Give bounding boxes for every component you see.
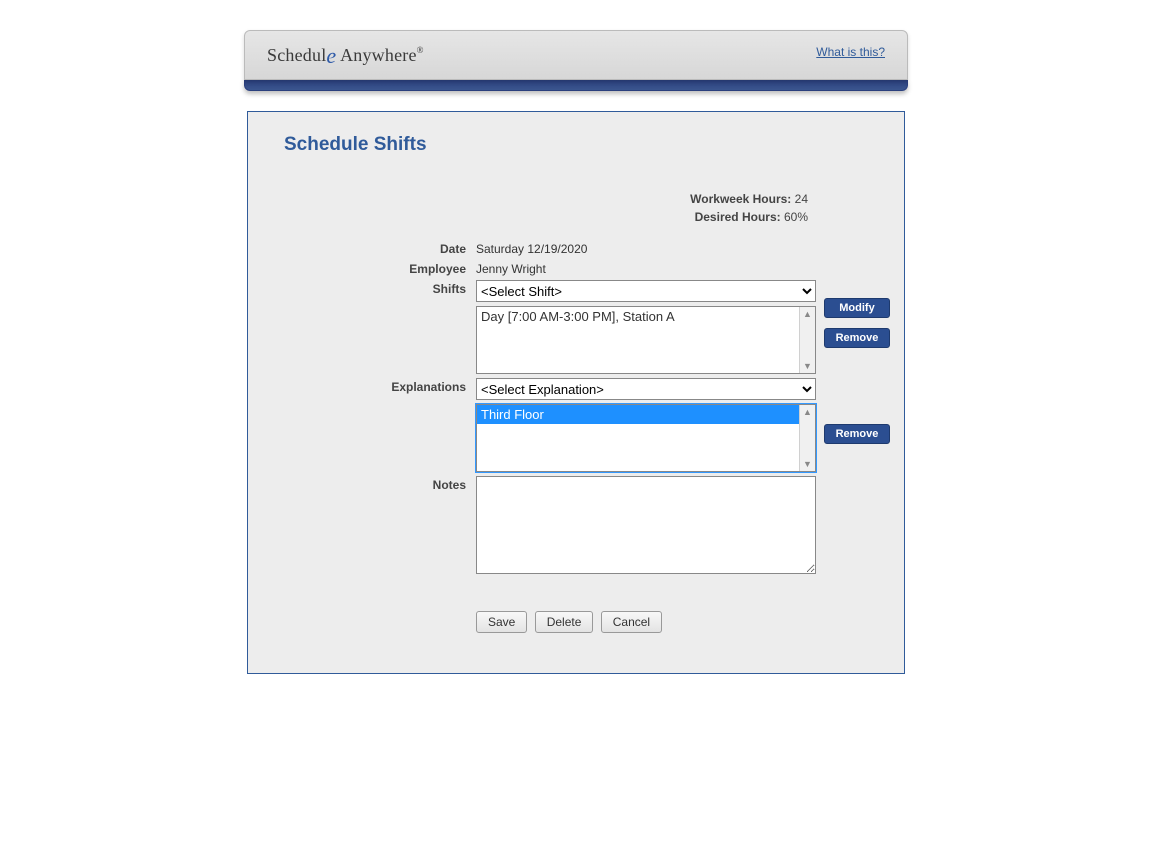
brand-logo: Schedule Anywhere® bbox=[267, 43, 424, 69]
desired-hours-value: 60% bbox=[784, 210, 808, 224]
brand-registered: ® bbox=[417, 45, 424, 55]
date-label: Date bbox=[248, 240, 468, 256]
date-value: Saturday 12/19/2020 bbox=[476, 240, 816, 256]
explanation-select[interactable]: <Select Explanation> bbox=[476, 378, 816, 400]
employee-value: Jenny Wright bbox=[476, 260, 816, 276]
remove-explanation-button[interactable]: Remove bbox=[824, 424, 890, 444]
main-panel: Schedule Shifts Workweek Hours: 24 Desir… bbox=[247, 111, 905, 674]
explanations-listbox[interactable]: Third Floor ▲ ▼ bbox=[476, 404, 816, 472]
save-button[interactable]: Save bbox=[476, 611, 527, 633]
brand-text-prefix: Schedul bbox=[267, 45, 326, 65]
workweek-hours-value: 24 bbox=[795, 192, 808, 206]
notes-textarea[interactable] bbox=[476, 476, 816, 574]
scroll-up-icon[interactable]: ▲ bbox=[803, 405, 812, 419]
scroll-up-icon[interactable]: ▲ bbox=[803, 307, 812, 321]
shift-select[interactable]: <Select Shift> bbox=[476, 280, 816, 302]
desired-hours-label: Desired Hours: bbox=[695, 210, 781, 224]
what-is-this-link[interactable]: What is this? bbox=[816, 45, 885, 59]
brand-text-e: e bbox=[326, 43, 336, 68]
shift-list-item[interactable]: Day [7:00 AM-3:00 PM], Station A bbox=[477, 307, 815, 326]
delete-button[interactable]: Delete bbox=[535, 611, 594, 633]
brand-text-rest: Anywhere bbox=[336, 45, 416, 65]
scrollbar[interactable]: ▲ ▼ bbox=[799, 405, 815, 471]
hours-block: Workweek Hours: 24 Desired Hours: 60% bbox=[248, 190, 904, 226]
employee-label: Employee bbox=[248, 260, 468, 276]
shifts-listbox[interactable]: Day [7:00 AM-3:00 PM], Station A ▲ ▼ bbox=[476, 306, 816, 374]
header-strip bbox=[244, 80, 908, 91]
explanations-label: Explanations bbox=[248, 378, 468, 394]
workweek-hours-label: Workweek Hours: bbox=[690, 192, 791, 206]
scrollbar[interactable]: ▲ ▼ bbox=[799, 307, 815, 373]
scroll-down-icon[interactable]: ▼ bbox=[803, 457, 812, 471]
explanation-list-item[interactable]: Third Floor bbox=[477, 405, 815, 424]
header-bar: Schedule Anywhere® What is this? bbox=[244, 30, 908, 80]
scroll-down-icon[interactable]: ▼ bbox=[803, 359, 812, 373]
notes-label: Notes bbox=[248, 476, 468, 492]
modify-button[interactable]: Modify bbox=[824, 298, 890, 318]
shifts-label: Shifts bbox=[248, 280, 468, 296]
page-title: Schedule Shifts bbox=[284, 134, 904, 156]
cancel-button[interactable]: Cancel bbox=[601, 611, 662, 633]
remove-shift-button[interactable]: Remove bbox=[824, 328, 890, 348]
